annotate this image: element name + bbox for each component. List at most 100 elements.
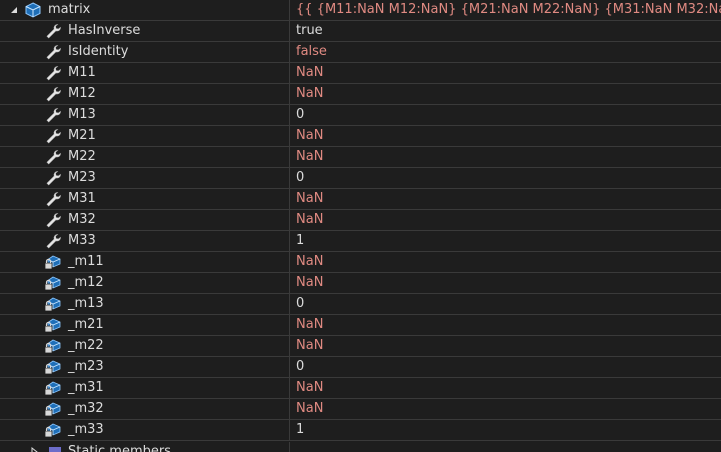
wrench-property-icon	[46, 108, 61, 123]
field-value[interactable]: NaN	[290, 252, 721, 272]
property-row[interactable]: M11 NaN	[0, 63, 721, 84]
field-name: _m22	[68, 338, 104, 353]
field-value[interactable]: NaN	[290, 336, 721, 356]
name-cell: _m33	[0, 420, 290, 440]
field-row[interactable]: _m23 0	[0, 357, 721, 378]
property-row[interactable]: M33 1	[0, 231, 721, 252]
field-name: _m21	[68, 317, 104, 332]
property-row[interactable]: M13 0	[0, 105, 721, 126]
property-row[interactable]: M23 0	[0, 168, 721, 189]
property-row[interactable]: HasInverse true	[0, 21, 721, 42]
private-field-lock-icon	[44, 318, 61, 333]
name-cell: M22	[0, 147, 290, 167]
wrench-property-icon	[46, 24, 61, 39]
name-cell: _m13	[0, 294, 290, 314]
wrench-property-icon	[46, 45, 61, 60]
wrench-property-icon	[46, 234, 61, 249]
property-name: M13	[68, 107, 96, 122]
name-cell: M33	[0, 231, 290, 251]
name-cell: M11	[0, 63, 290, 83]
property-name: M11	[68, 65, 96, 80]
watch-grid: matrix {{ {M11:NaN M12:NaN} {M21:NaN M22…	[0, 0, 721, 452]
property-row[interactable]: M12 NaN	[0, 84, 721, 105]
property-value[interactable]: 0	[290, 168, 721, 188]
root-name: matrix	[48, 2, 91, 17]
root-value[interactable]: {{ {M11:NaN M12:NaN} {M21:NaN M22:NaN} {…	[290, 0, 721, 20]
field-row[interactable]: _m31 NaN	[0, 378, 721, 399]
property-value[interactable]: NaN	[290, 63, 721, 83]
field-value[interactable]: NaN	[290, 273, 721, 293]
field-row[interactable]: _m13 0	[0, 294, 721, 315]
field-value[interactable]: 0	[290, 357, 721, 377]
name-cell: _m32	[0, 399, 290, 419]
name-cell: M21	[0, 126, 290, 146]
field-row[interactable]: _m12 NaN	[0, 273, 721, 294]
name-cell: _m21	[0, 315, 290, 335]
field-name: _m32	[68, 401, 104, 416]
field-row[interactable]: _m33 1	[0, 420, 721, 441]
wrench-property-icon	[46, 192, 61, 207]
field-value[interactable]: NaN	[290, 399, 721, 419]
field-name: _m11	[68, 254, 104, 269]
wrench-property-icon	[46, 213, 61, 228]
static-members-label: Static members	[68, 444, 171, 452]
property-value[interactable]: NaN	[290, 84, 721, 104]
wrench-property-icon	[46, 150, 61, 165]
property-row[interactable]: M22 NaN	[0, 147, 721, 168]
private-field-lock-icon	[44, 297, 61, 312]
field-name: _m31	[68, 380, 104, 395]
property-value[interactable]: 1	[290, 231, 721, 251]
property-value[interactable]: true	[290, 21, 721, 41]
name-cell: _m22	[0, 336, 290, 356]
field-value[interactable]: NaN	[290, 378, 721, 398]
wrench-property-icon	[46, 66, 61, 81]
property-value[interactable]: NaN	[290, 147, 721, 167]
expanded-chevron-icon[interactable]	[8, 4, 20, 16]
name-cell: HasInverse	[0, 21, 290, 41]
property-name: HasInverse	[68, 23, 141, 38]
field-value[interactable]: 1	[290, 420, 721, 440]
field-name: _m23	[68, 359, 104, 374]
property-value[interactable]: false	[290, 42, 721, 62]
name-cell: M31	[0, 189, 290, 209]
property-name: M31	[68, 191, 96, 206]
name-cell: M12	[0, 84, 290, 104]
property-value[interactable]: NaN	[290, 126, 721, 146]
private-field-lock-icon	[44, 381, 61, 396]
static-members-value	[290, 442, 721, 452]
property-row[interactable]: M32 NaN	[0, 210, 721, 231]
property-name: M32	[68, 212, 96, 227]
property-name: IsIdentity	[68, 44, 129, 59]
field-row[interactable]: _m21 NaN	[0, 315, 721, 336]
property-name: M22	[68, 149, 96, 164]
property-name: M21	[68, 128, 96, 143]
property-value[interactable]: NaN	[290, 210, 721, 230]
name-cell: _m23	[0, 357, 290, 377]
collapsed-chevron-icon[interactable]	[28, 446, 40, 452]
wrench-property-icon	[46, 129, 61, 144]
static-members-icon	[49, 447, 61, 452]
name-cell: _m12	[0, 273, 290, 293]
property-row[interactable]: M31 NaN	[0, 189, 721, 210]
name-cell: Static members	[0, 442, 290, 452]
name-cell: M23	[0, 168, 290, 188]
name-cell: M32	[0, 210, 290, 230]
property-name: M12	[68, 86, 96, 101]
name-cell: _m31	[0, 378, 290, 398]
property-value[interactable]: 0	[290, 105, 721, 125]
name-cell: M13	[0, 105, 290, 125]
field-row[interactable]: _m32 NaN	[0, 399, 721, 420]
field-row[interactable]: _m22 NaN	[0, 336, 721, 357]
static-members-row[interactable]: Static members	[0, 442, 721, 452]
property-row[interactable]: M21 NaN	[0, 126, 721, 147]
property-name: M23	[68, 170, 96, 185]
field-value[interactable]: NaN	[290, 315, 721, 335]
root-row[interactable]: matrix {{ {M11:NaN M12:NaN} {M21:NaN M22…	[0, 0, 721, 21]
private-field-lock-icon	[44, 276, 61, 291]
wrench-property-icon	[46, 87, 61, 102]
property-value[interactable]: NaN	[290, 189, 721, 209]
field-row[interactable]: _m11 NaN	[0, 252, 721, 273]
field-name: _m13	[68, 296, 104, 311]
property-row[interactable]: IsIdentity false	[0, 42, 721, 63]
field-value[interactable]: 0	[290, 294, 721, 314]
